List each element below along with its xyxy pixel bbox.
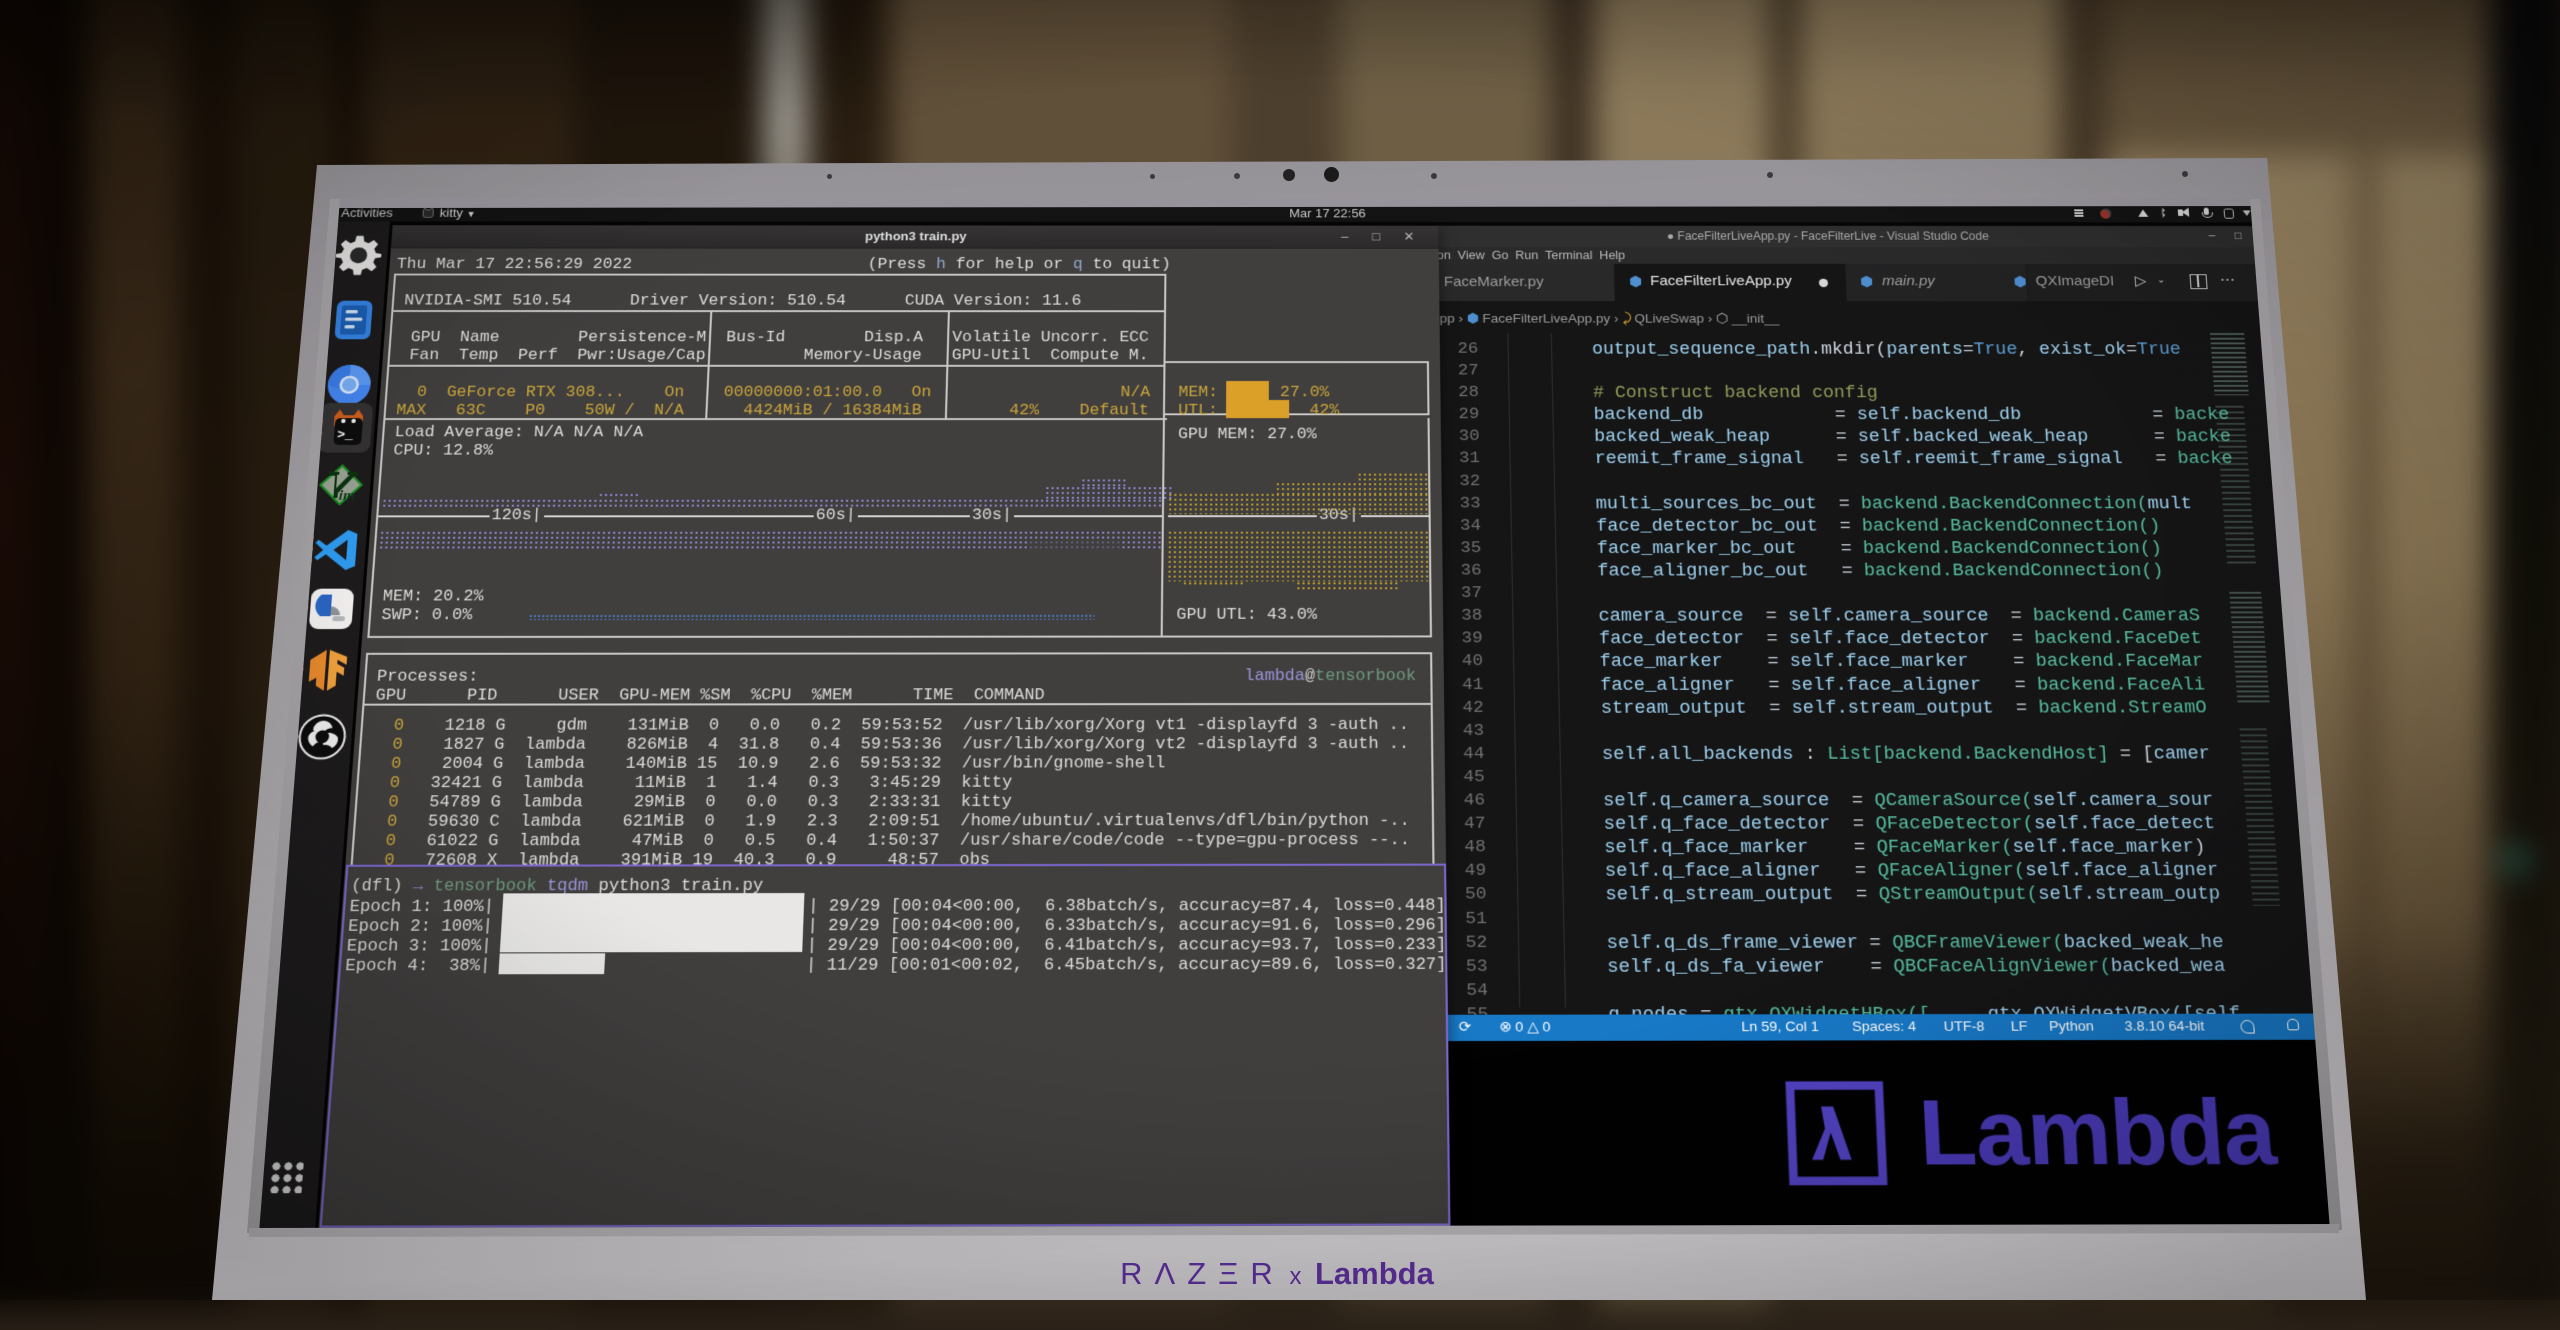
svg-text:im: im [338, 488, 356, 504]
svg-text:>_: >_ [337, 428, 355, 442]
